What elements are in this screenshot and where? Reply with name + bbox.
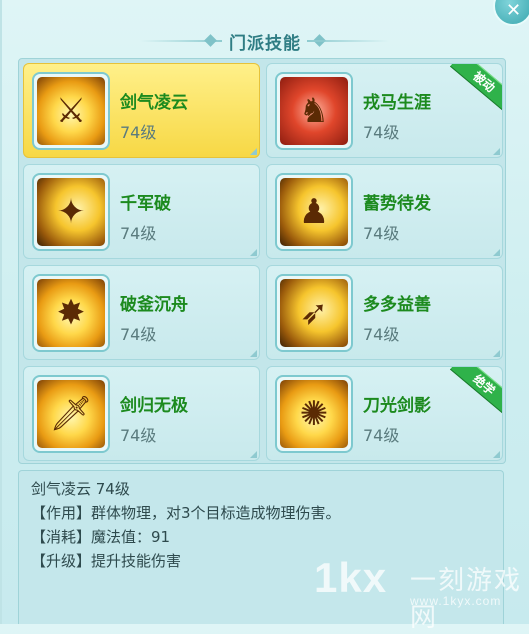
skill-card[interactable]: ✸ 破釜沉舟 74级 bbox=[23, 265, 260, 360]
panel-title-bar: 门派技能 bbox=[0, 24, 529, 58]
skill-icon-frame: ✦ bbox=[32, 173, 110, 251]
watermark-url: www.1kyx.com bbox=[410, 594, 502, 608]
title-ornament-left bbox=[204, 34, 217, 47]
spear-strike-icon: ➶ bbox=[280, 279, 348, 347]
skill-card[interactable]: ♞ 戎马生涯 74级 被动 bbox=[266, 63, 503, 158]
skill-badge-label: 被动 bbox=[470, 68, 498, 96]
golden-sword-icon: 🗡 bbox=[37, 380, 105, 448]
warhorse-icon: ♞ bbox=[280, 77, 348, 145]
skill-level: 74级 bbox=[363, 224, 400, 243]
skill-badge: 被动 bbox=[449, 64, 502, 113]
skill-card[interactable]: ✺ 刀光剑影 74级 绝学 bbox=[266, 366, 503, 461]
skill-card[interactable]: ➶ 多多益善 74级 bbox=[266, 265, 503, 360]
card-corner-ornament bbox=[493, 249, 500, 256]
skill-card[interactable]: ⚔ 剑气凌云 74级 bbox=[23, 63, 260, 158]
skill-icon-glyph: ✦ bbox=[56, 192, 86, 232]
skill-badge-label: 绝学 bbox=[470, 371, 498, 399]
card-corner-ornament bbox=[250, 350, 257, 357]
skill-level: 74级 bbox=[363, 325, 400, 344]
charging-aura-icon: ♟ bbox=[280, 178, 348, 246]
skill-icon-glyph: ✸ bbox=[56, 293, 86, 333]
card-corner-ornament bbox=[493, 451, 500, 458]
description-effect: 【作用】群体物理，对3个目标造成物理伤害。 bbox=[31, 504, 341, 522]
slash-warrior-icon: ✸ bbox=[37, 279, 105, 347]
skill-icon-frame: ♟ bbox=[275, 173, 353, 251]
skill-grid: ⚔ 剑气凌云 74级 ♞ 戎马生涯 74级 被动 ✦ 千军破 74级 ♟ 蓄势待发 74级 ✸ 破釜沉舟 74… bbox=[18, 58, 506, 464]
card-corner-ornament bbox=[250, 148, 257, 155]
card-corner-ornament bbox=[493, 350, 500, 357]
skill-name: 多多益善 bbox=[363, 295, 431, 315]
skill-icon-glyph: ✺ bbox=[299, 394, 329, 434]
skill-icon-glyph: ⚔ bbox=[55, 91, 87, 131]
description-cost: 【消耗】魔法值：91 bbox=[31, 528, 171, 546]
skill-name: 剑气凌云 bbox=[120, 93, 188, 113]
skill-icon-glyph: ♞ bbox=[298, 91, 330, 131]
sword-rain-icon: ⚔ bbox=[37, 77, 105, 145]
skill-badge: 绝学 bbox=[449, 367, 502, 416]
close-icon: ✕ bbox=[506, 0, 522, 21]
skill-card[interactable]: ♟ 蓄势待发 74级 bbox=[266, 164, 503, 259]
skill-icon-frame: ⚔ bbox=[32, 72, 110, 150]
skill-level: 74级 bbox=[120, 325, 157, 344]
skill-level: 74级 bbox=[120, 224, 157, 243]
card-corner-ornament bbox=[493, 148, 500, 155]
skill-icon-frame: 🗡 bbox=[32, 375, 110, 453]
card-corner-ornament bbox=[250, 451, 257, 458]
skill-card[interactable]: ✦ 千军破 74级 bbox=[23, 164, 260, 259]
skill-icon-frame: ➶ bbox=[275, 274, 353, 352]
page-title: 门派技能 bbox=[229, 34, 301, 54]
card-corner-ornament bbox=[250, 249, 257, 256]
skill-icon-glyph: ➶ bbox=[299, 293, 329, 333]
skill-icon-frame: ♞ bbox=[275, 72, 353, 150]
skill-card[interactable]: 🗡 剑归无极 74级 bbox=[23, 366, 260, 461]
watermark-logo: 1kx bbox=[314, 554, 388, 601]
skill-icon-frame: ✺ bbox=[275, 375, 353, 453]
skill-icon-glyph: ♟ bbox=[298, 192, 330, 232]
charging-warrior-icon: ✦ bbox=[37, 178, 105, 246]
skill-name: 千军破 bbox=[120, 194, 171, 214]
skill-icon-frame: ✸ bbox=[32, 274, 110, 352]
skill-name: 戎马生涯 bbox=[363, 93, 431, 113]
skill-name: 破釜沉舟 bbox=[120, 295, 188, 315]
skill-name: 刀光剑影 bbox=[363, 396, 431, 416]
skill-level: 74级 bbox=[363, 426, 400, 445]
skill-level: 74级 bbox=[120, 426, 157, 445]
skill-name: 剑归无极 bbox=[120, 396, 188, 416]
skill-level: 74级 bbox=[120, 123, 157, 142]
blade-light-icon: ✺ bbox=[280, 380, 348, 448]
skill-level: 74级 bbox=[363, 123, 400, 142]
skill-name: 蓄势待发 bbox=[363, 194, 431, 214]
title-divider-right bbox=[307, 40, 389, 42]
watermark: 1kx 一刻游戏网 www.1kyx.com bbox=[314, 554, 529, 632]
skill-icon-glyph: 🗡 bbox=[49, 394, 93, 434]
description-header: 剑气凌云 74级 bbox=[31, 480, 130, 498]
